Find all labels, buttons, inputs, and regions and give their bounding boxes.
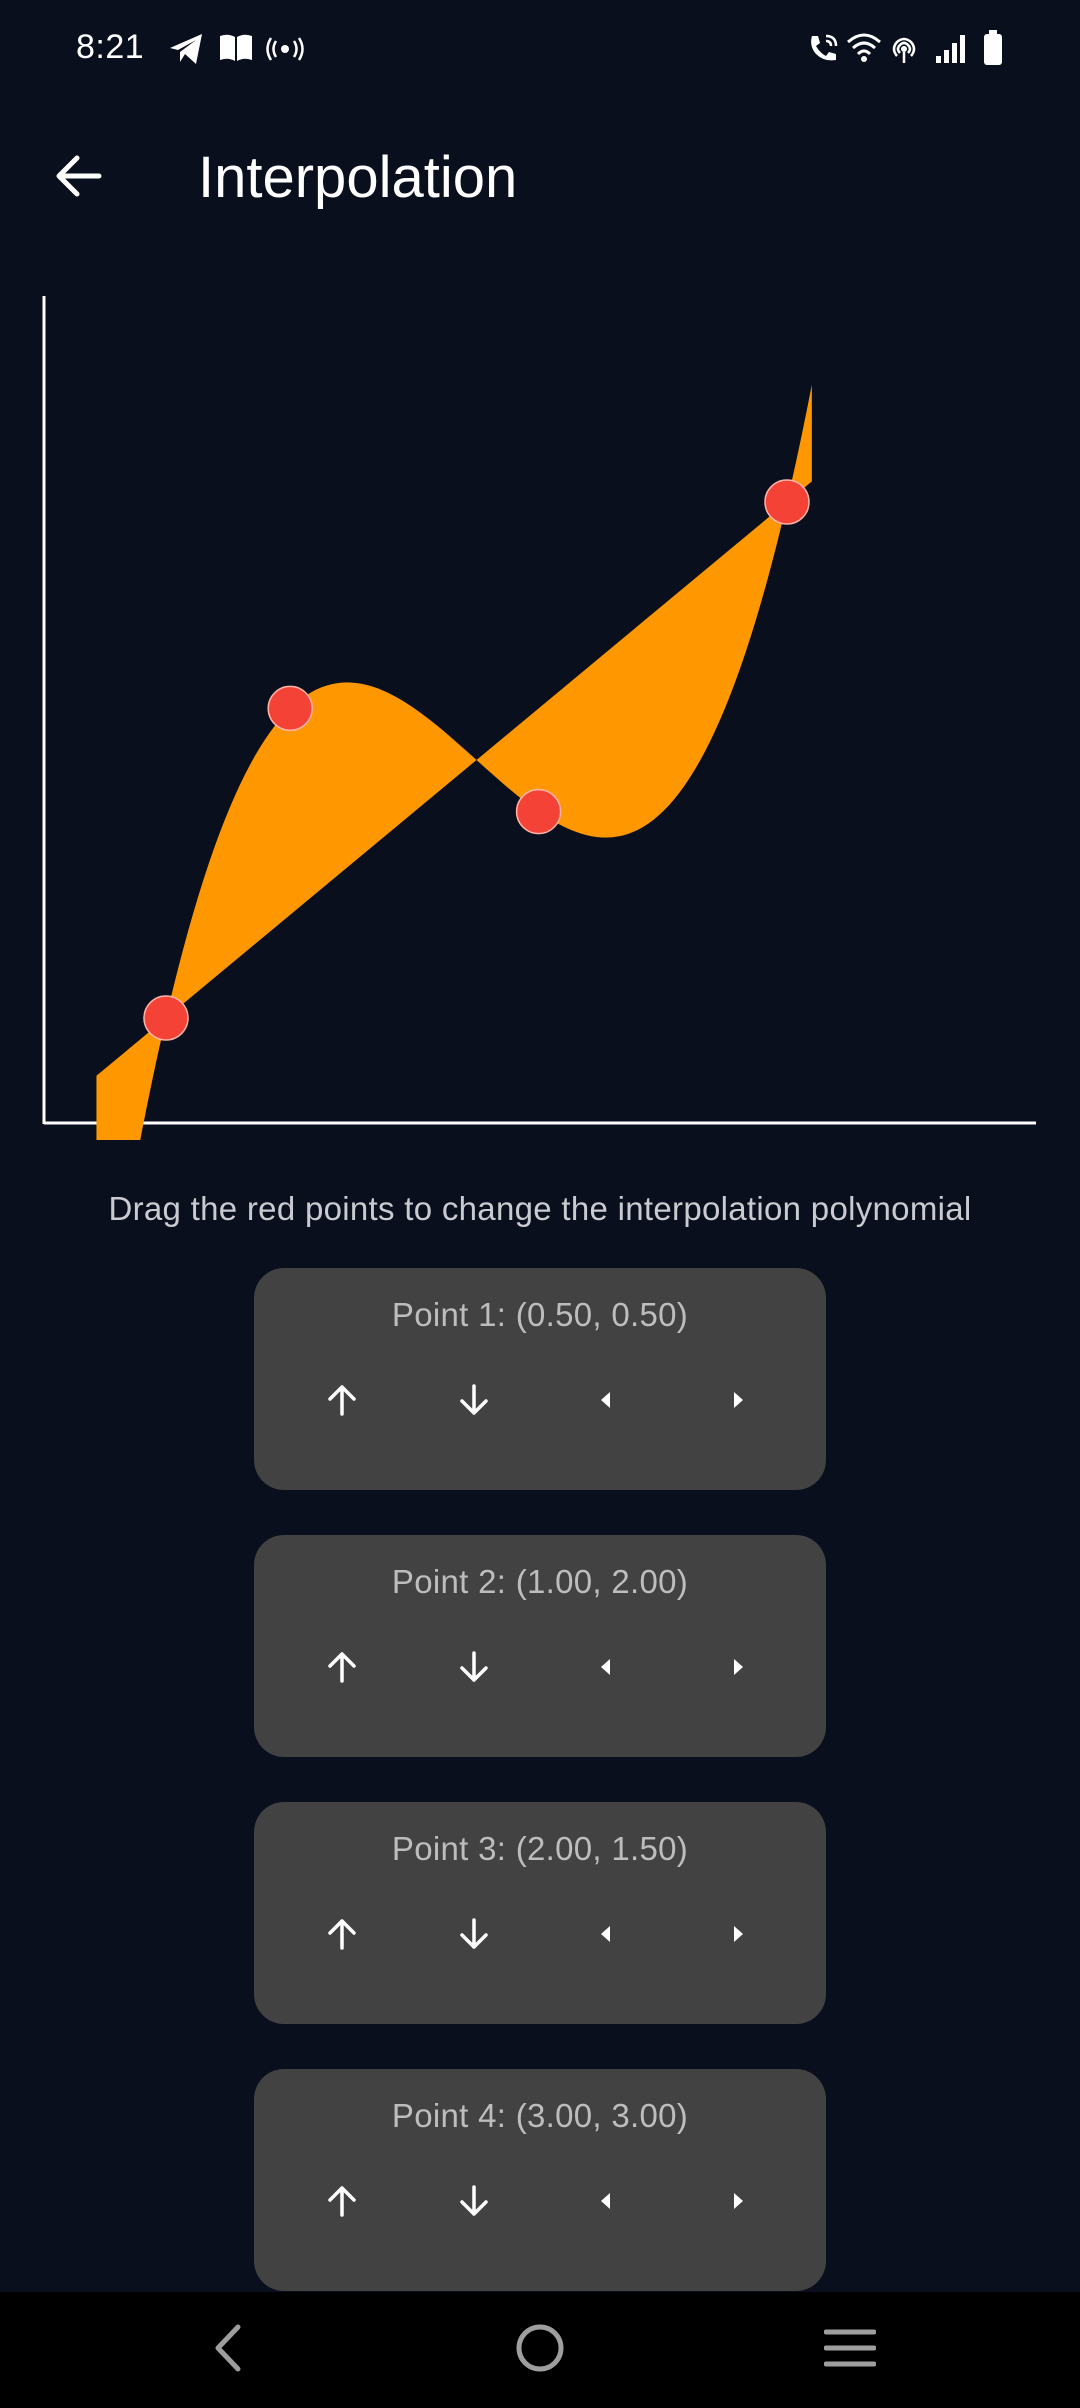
move-right-button[interactable]	[702, 1633, 774, 1705]
move-right-button[interactable]	[702, 1900, 774, 1972]
arrow-up-icon	[324, 1649, 360, 1690]
move-down-button[interactable]	[438, 1366, 510, 1438]
nav-back-icon	[208, 2323, 248, 2378]
wifi-calling-icon	[806, 32, 840, 71]
app-bar: Interpolation	[0, 120, 1080, 230]
instruction-text: Drag the red points to change the interp…	[108, 1190, 972, 1227]
system-nav-bar	[0, 2292, 1080, 2408]
point-card-4: Point 4: (3.00, 3.00)	[254, 2069, 826, 2291]
nav-back-button[interactable]	[188, 2310, 268, 2390]
page-title: Interpolation	[198, 145, 518, 210]
telegram-icon	[168, 32, 204, 71]
move-right-button[interactable]	[702, 1366, 774, 1438]
hotspot-icon	[888, 34, 920, 69]
move-right-button[interactable]	[702, 2167, 774, 2239]
caret-left-icon	[596, 1388, 616, 1417]
caret-left-icon	[596, 1922, 616, 1951]
move-up-button[interactable]	[306, 1900, 378, 1972]
caret-right-icon	[728, 1922, 748, 1951]
broadcast-icon	[266, 36, 304, 67]
chart-canvas[interactable]	[0, 280, 1080, 1404]
move-down-button[interactable]	[438, 2167, 510, 2239]
status-time: 8:21	[76, 28, 145, 66]
caret-right-icon	[728, 2189, 748, 2218]
arrow-down-icon	[456, 1382, 492, 1423]
move-up-button[interactable]	[306, 2167, 378, 2239]
nav-recents-button[interactable]	[810, 2310, 890, 2390]
arrow-up-icon	[324, 2183, 360, 2224]
caret-left-icon	[596, 1655, 616, 1684]
interpolation-area	[96, 384, 812, 1404]
point-label: Point 3: (2.00, 1.50)	[391, 1830, 689, 1867]
control-point-1[interactable]	[143, 995, 189, 1041]
point-card-1: Point 1: (0.50, 0.50)	[254, 1268, 826, 1490]
arrow-back-icon	[53, 154, 103, 203]
control-point-4[interactable]	[764, 479, 810, 525]
caret-right-icon	[728, 1655, 748, 1684]
nav-home-button[interactable]	[500, 2310, 580, 2390]
nav-recents-icon	[823, 2326, 877, 2375]
arrow-up-icon	[324, 1382, 360, 1423]
move-up-button[interactable]	[306, 1366, 378, 1438]
point-card-2: Point 2: (1.00, 2.00)	[254, 1535, 826, 1757]
move-left-button[interactable]	[570, 1633, 642, 1705]
interpolation-chart[interactable]	[0, 280, 1080, 1404]
control-point-2[interactable]	[267, 685, 313, 732]
point-card-3: Point 3: (2.00, 1.50)	[254, 1802, 826, 2024]
control-point-3[interactable]	[515, 788, 562, 835]
arrow-down-icon	[456, 2183, 492, 2224]
arrow-down-icon	[456, 1649, 492, 1690]
move-left-button[interactable]	[570, 2167, 642, 2239]
status-bar: 8:21	[0, 0, 1080, 100]
move-down-button[interactable]	[438, 1900, 510, 1972]
point-label: Point 2: (1.00, 2.00)	[391, 1563, 689, 1600]
battery-icon	[982, 30, 1004, 71]
move-left-button[interactable]	[570, 1900, 642, 1972]
move-left-button[interactable]	[570, 1366, 642, 1438]
cellular-signal-icon	[934, 32, 970, 69]
point-label: Point 1: (0.50, 0.50)	[391, 1296, 689, 1333]
point-label: Point 4: (3.00, 3.00)	[391, 2097, 689, 2134]
caret-right-icon	[728, 1388, 748, 1417]
nav-home-icon	[514, 2322, 566, 2379]
caret-left-icon	[596, 2189, 616, 2218]
book-icon	[218, 33, 254, 68]
move-up-button[interactable]	[306, 1633, 378, 1705]
back-button[interactable]	[40, 140, 116, 216]
arrow-up-icon	[324, 1916, 360, 1957]
arrow-down-icon	[456, 1916, 492, 1957]
move-down-button[interactable]	[438, 1633, 510, 1705]
wifi-icon	[846, 32, 882, 69]
